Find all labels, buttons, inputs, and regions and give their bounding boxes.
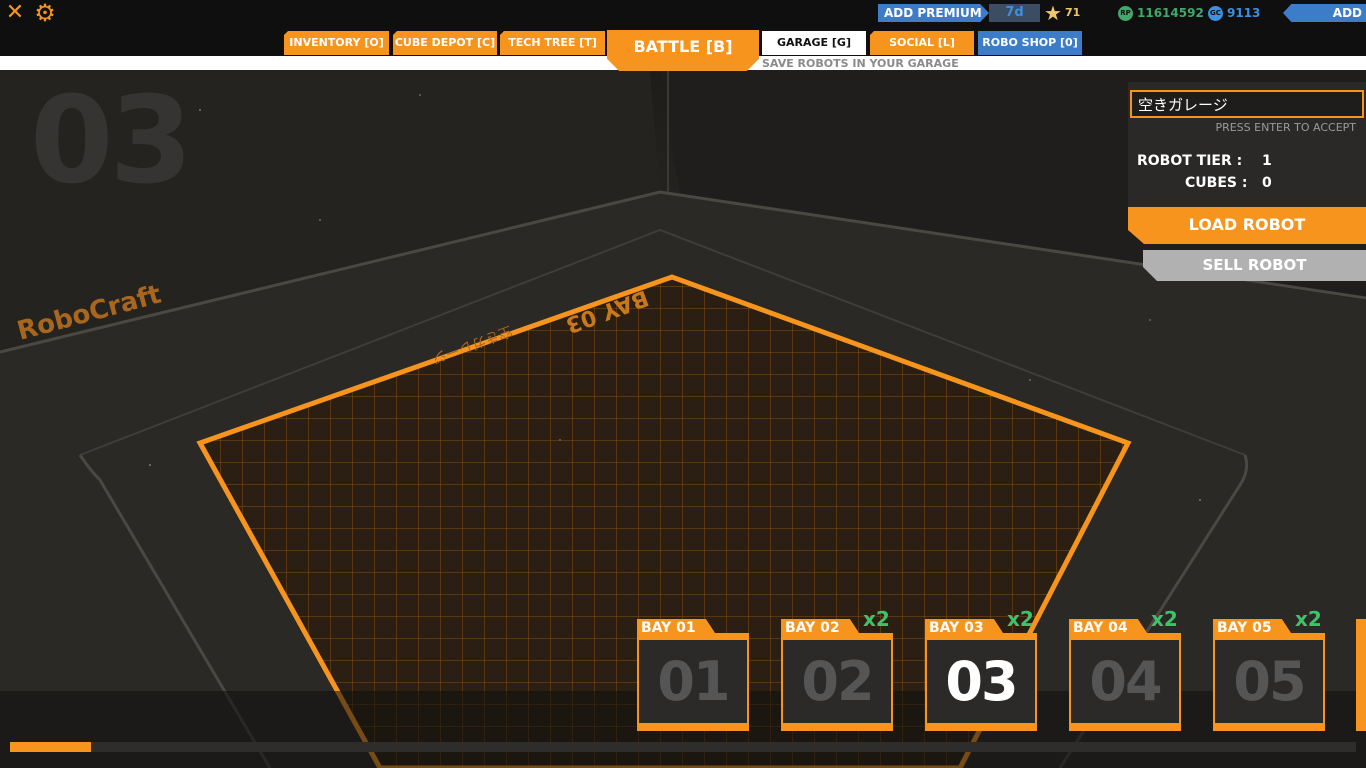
bay-label: BAY 03: [929, 620, 984, 636]
bay-multiplier: x2: [1295, 607, 1322, 631]
robot-tier-label: ROBOT TIER :: [1137, 153, 1243, 169]
bay-multiplier: x2: [1151, 607, 1178, 631]
current-bay-number: 03: [30, 72, 193, 211]
bay-label: BAY 05: [1217, 620, 1272, 636]
load-robot-button[interactable]: LOAD ROBOT: [1128, 207, 1366, 244]
press-enter-hint: PRESS ENTER TO ACCEPT: [1215, 121, 1356, 134]
bay-multiplier: x2: [863, 607, 890, 631]
close-icon[interactable]: ✕: [4, 1, 26, 25]
bay-04-button[interactable]: BAY 04 04 x2: [1069, 607, 1181, 731]
tab-robo-shop[interactable]: ROBO SHOP [0]: [978, 31, 1082, 55]
bay-01-button[interactable]: BAY 01 01: [637, 619, 749, 731]
robot-tier-value: 1: [1262, 153, 1272, 169]
cubes-value: 0: [1262, 175, 1272, 191]
premium-days-remaining: 7d: [989, 4, 1040, 22]
bay-scroll-track[interactable]: [10, 742, 1356, 752]
bay-05-button[interactable]: BAY 05 05 x2: [1213, 607, 1325, 731]
bay-scroll-thumb[interactable]: [10, 742, 91, 752]
tab-tech-tree[interactable]: TECH TREE [T]: [500, 31, 605, 55]
galaxy-coins-icon: GC: [1208, 6, 1223, 21]
gear-icon[interactable]: ⚙: [33, 0, 57, 26]
bay-06-button-partial[interactable]: [1356, 619, 1366, 731]
tab-inventory[interactable]: INVENTORY [O]: [284, 31, 389, 55]
bay-03-button[interactable]: BAY 03 03 x2: [925, 607, 1037, 731]
add-funds-button[interactable]: ADD FUNDS: [1283, 4, 1366, 22]
bay-number: 04: [1071, 640, 1179, 723]
robot-name-input[interactable]: [1130, 90, 1364, 118]
robit-points-value: 11614592: [1137, 6, 1204, 20]
star-count: 71: [1065, 6, 1081, 19]
bay-number: 01: [639, 640, 747, 723]
tab-battle[interactable]: BATTLE [B]: [607, 30, 759, 71]
bay-label: BAY 04: [1073, 620, 1128, 636]
add-premium-button[interactable]: ADD PREMIUM: [878, 4, 989, 22]
tab-garage[interactable]: GARAGE [G]: [762, 31, 866, 55]
tab-social[interactable]: SOCIAL [L]: [870, 31, 974, 55]
bay-number: 05: [1215, 640, 1323, 723]
cubes-label: CUBES :: [1185, 175, 1248, 191]
bay-multiplier: x2: [1007, 607, 1034, 631]
bay-02-button[interactable]: BAY 02 02 x2: [781, 607, 893, 731]
robit-points-icon: RP: [1118, 6, 1133, 21]
bay-number: 03: [927, 640, 1035, 723]
tab-cube-depot[interactable]: CUBE DEPOT [C]: [393, 31, 497, 55]
galaxy-coins-value: 9113: [1227, 6, 1261, 20]
bay-label: BAY 02: [785, 620, 840, 636]
bay-number: 02: [783, 640, 891, 723]
sell-robot-button[interactable]: SELL ROBOT: [1143, 250, 1366, 281]
bay-label: BAY 01: [641, 620, 696, 636]
active-tab-subtitle: SAVE ROBOTS IN YOUR GARAGE: [762, 57, 959, 70]
star-icon: ★: [1044, 1, 1062, 25]
